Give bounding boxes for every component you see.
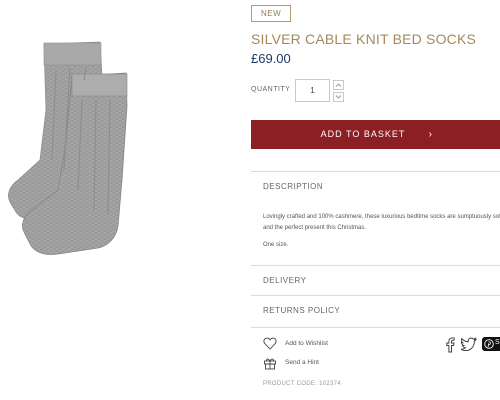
product-title: SILVER CABLE KNIT BED SOCKS [251,31,477,47]
new-badge: NEW [251,5,292,22]
send-a-hint-label: Send a Hint [285,359,319,366]
accordion-delivery-header[interactable]: DELIVERY [263,276,306,285]
divider [251,327,500,328]
divider [251,171,500,172]
product-price: £69.00 [251,51,291,66]
product-image[interactable] [0,40,150,280]
size-text: One size. [263,242,289,248]
pinterest-save-button[interactable]: S [482,337,500,351]
add-to-wishlist-label: Add to Wishlist [285,340,328,347]
heart-icon [263,337,277,350]
quantity-label: QUANTITY [251,86,291,93]
product-info-panel: NEW SILVER CABLE KNIT BED SOCKS £69.00 Q… [251,0,500,400]
quantity-increase-button[interactable] [333,80,344,90]
description-text: Lovingly crafted and 100% cashmere, thes… [263,214,500,231]
quantity-input[interactable]: 1 [295,79,330,102]
product-code: PRODUCT CODE: 102374 [263,381,341,387]
divider [251,265,500,266]
facebook-icon[interactable] [445,337,455,353]
accordion-description-header[interactable]: DESCRIPTION [263,182,323,191]
socks-photo [8,41,128,255]
add-to-basket-label: ADD TO BASKET [320,129,406,139]
accordion-returns-header[interactable]: RETURNS POLICY [263,306,340,315]
gift-icon [264,358,276,370]
divider [251,295,500,296]
twitter-icon[interactable] [461,337,477,351]
chevron-up-icon [335,83,342,87]
chevron-right-icon: › [428,129,433,140]
quantity-decrease-button[interactable] [333,92,344,102]
add-to-basket-button[interactable]: ADD TO BASKET › [251,120,500,149]
pinterest-icon [484,339,494,349]
pinterest-save-label: S [495,339,500,346]
chevron-down-icon [335,95,342,99]
